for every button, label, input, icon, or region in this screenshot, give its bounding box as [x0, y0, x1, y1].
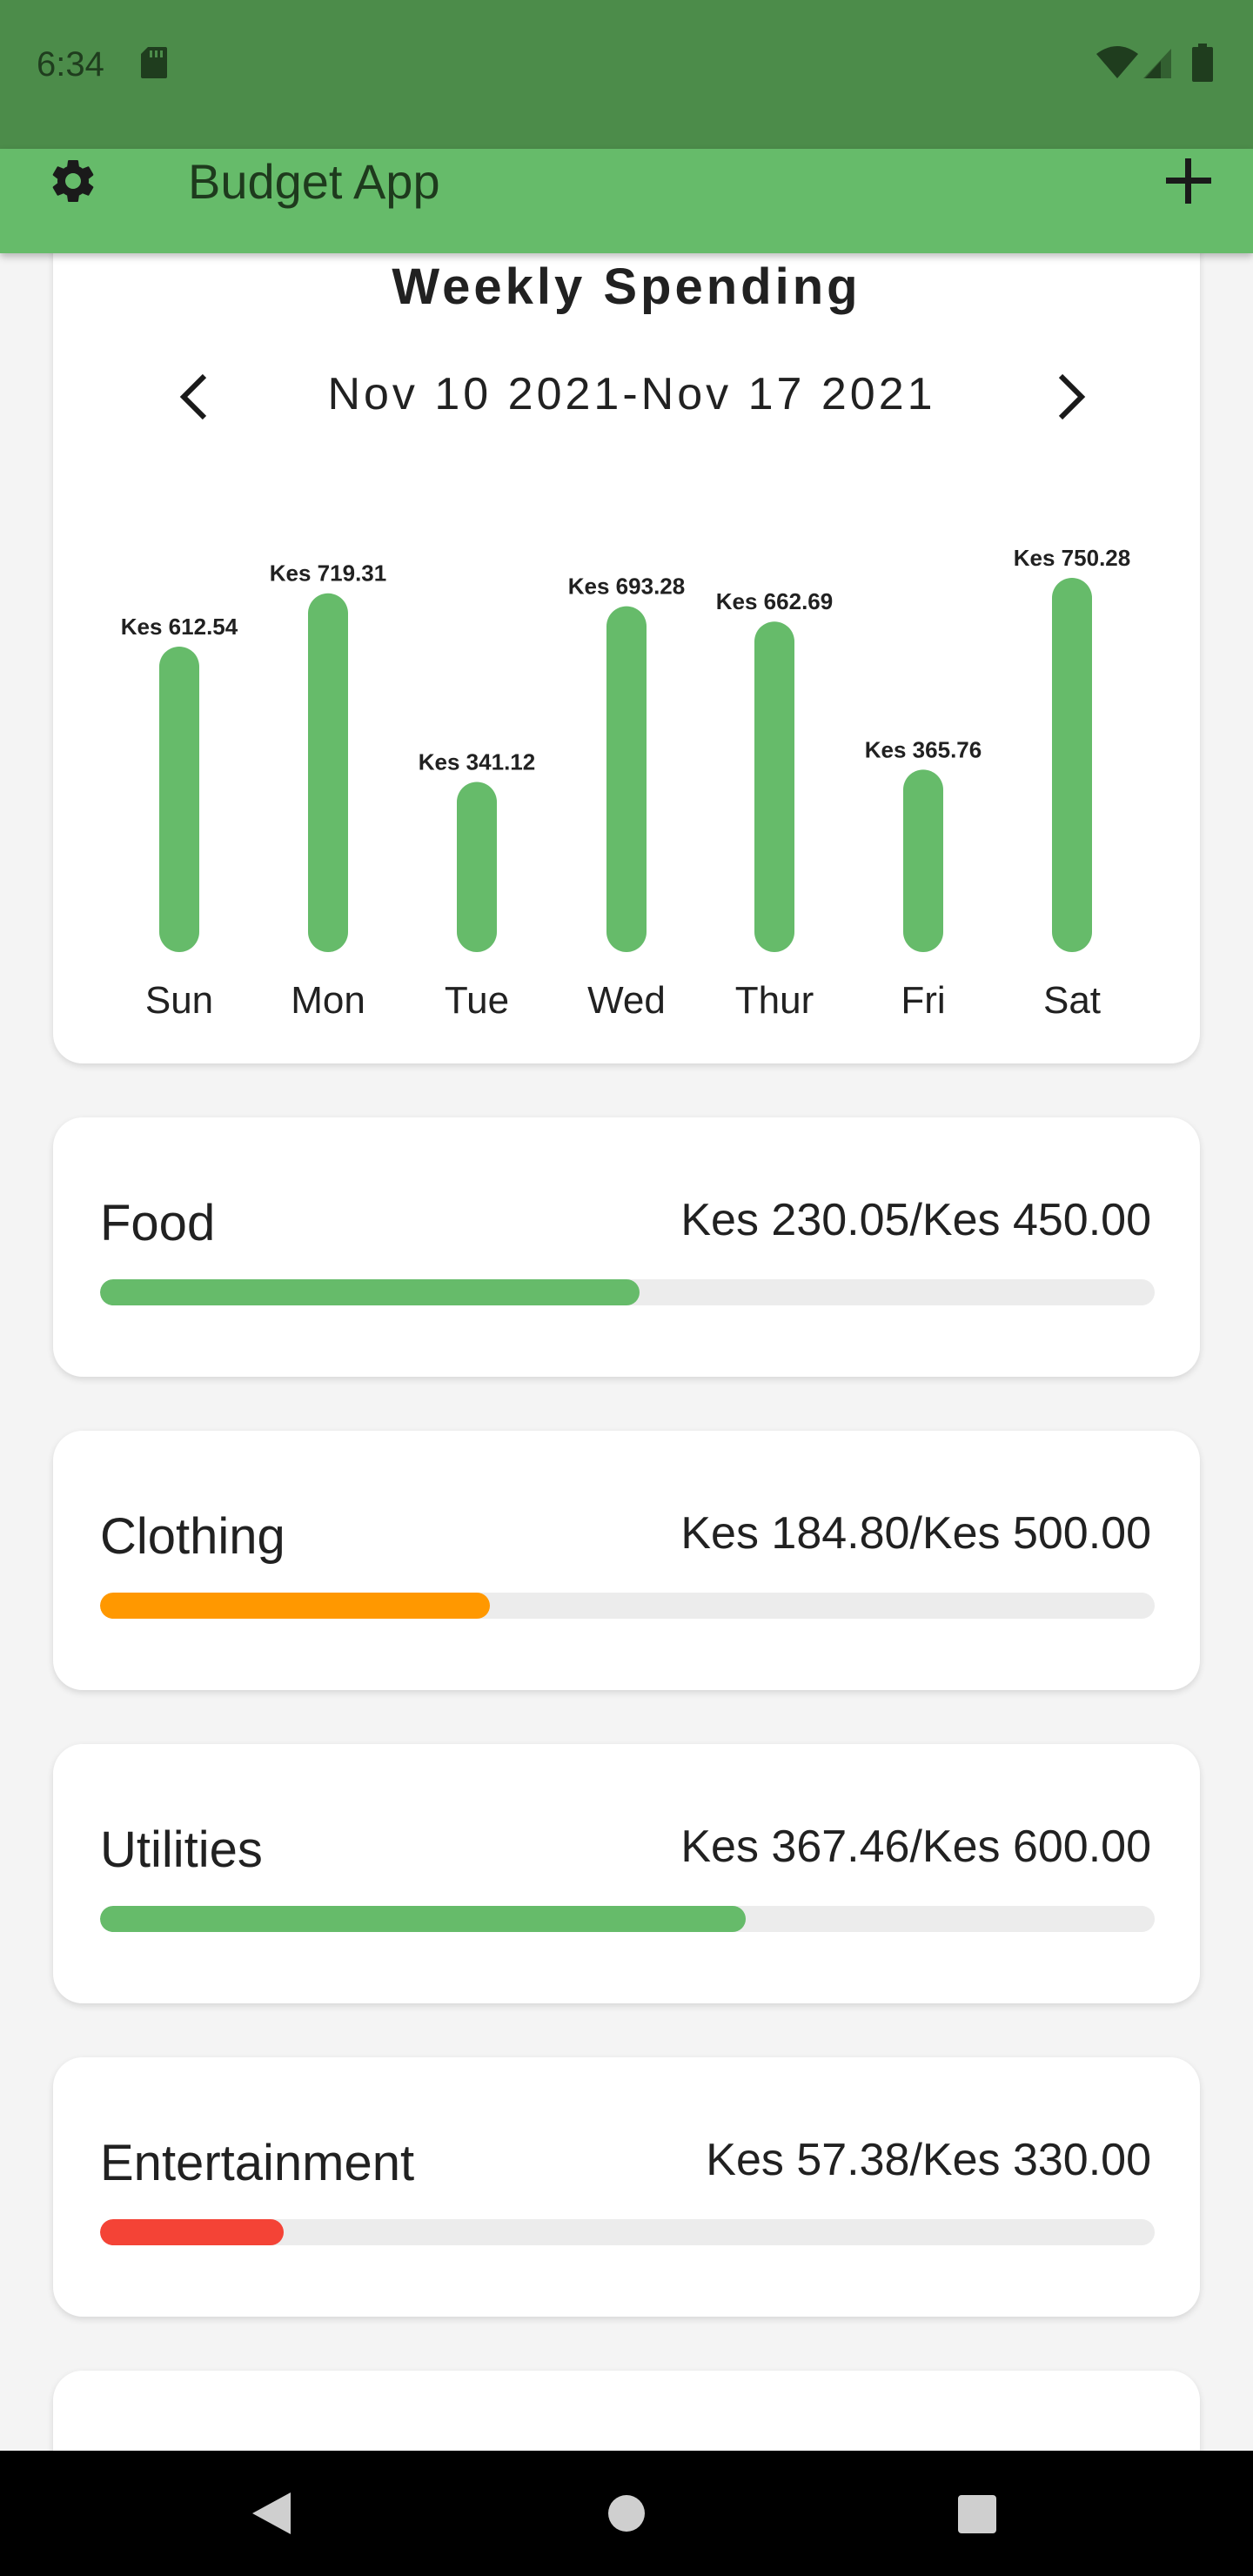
bar-fri	[903, 769, 943, 952]
bar-value-label: Kes 365.76	[865, 736, 982, 762]
settings-button[interactable]	[45, 153, 101, 209]
day-label: Fri	[901, 979, 945, 1022]
budget-amount: Kes 367.46/Kes 600.00	[680, 1821, 1151, 1872]
bar-mon	[308, 593, 348, 952]
bar-value-label: Kes 750.28	[1014, 545, 1130, 571]
bar-value-label: Kes 341.12	[419, 748, 535, 775]
day-label: Sat	[1043, 979, 1101, 1022]
budget-amount: Kes 230.05/Kes 450.00	[680, 1195, 1151, 1245]
plus-icon	[1166, 158, 1211, 204]
app-title: Budget App	[188, 154, 440, 209]
budget-amount: Kes 184.80/Kes 500.00	[680, 1508, 1151, 1559]
budget-progress-bar	[100, 1279, 1155, 1305]
signal-icon	[1143, 49, 1171, 78]
budget-name: Food	[100, 1195, 216, 1251]
budget-progress-fill	[100, 1279, 640, 1305]
day-label: Mon	[291, 979, 365, 1022]
bar-value-label: Kes 719.31	[270, 560, 386, 587]
status-bar	[0, 0, 1253, 149]
budget-progress-bar	[100, 2219, 1155, 2245]
back-icon[interactable]	[245, 2487, 298, 2539]
budget-card-food[interactable]: Food Kes 230.05/Kes 450.00	[53, 1117, 1200, 1377]
bar-sun	[159, 646, 199, 952]
budget-progress-fill	[100, 1906, 747, 1932]
budget-progress-bar	[100, 1593, 1155, 1619]
budget-card-clothing[interactable]: Clothing Kes 184.80/Kes 500.00	[53, 1431, 1200, 1690]
recents-icon[interactable]	[957, 2494, 997, 2534]
budget-name: Utilities	[100, 1821, 263, 1878]
weekly-spending-card: Weekly Spending Nov 10 2021-Nov 17 2021 …	[53, 218, 1200, 1063]
bar-value-label: Kes 612.54	[121, 614, 238, 640]
day-label: Thur	[735, 979, 814, 1022]
budget-progress-bar	[100, 1906, 1155, 1932]
bar-value-label: Kes 693.28	[568, 574, 685, 600]
day-label: Sun	[145, 979, 213, 1022]
budget-name: Clothing	[100, 1508, 285, 1565]
day-label: Tue	[445, 979, 509, 1022]
budget-name: Entertainment	[100, 2135, 415, 2191]
battery-icon	[1192, 44, 1213, 82]
bar-value-label: Kes 662.69	[716, 588, 833, 614]
bar-sat	[1052, 578, 1092, 952]
add-button[interactable]	[1161, 153, 1216, 209]
bar-tue	[457, 782, 497, 952]
budget-card-utilities[interactable]: Utilities Kes 367.46/Kes 600.00	[53, 1744, 1200, 2003]
budget-amount: Kes 57.38/Kes 330.00	[706, 2135, 1151, 2185]
weekly-bar-chart: Kes 612.54 Sun Kes 719.31 Mon Kes 341.12 Tue K…	[121, 545, 1130, 1022]
day-label: Wed	[587, 979, 666, 1022]
budget-progress-fill	[100, 1593, 490, 1619]
status-time: 6:34	[37, 45, 104, 84]
budget-card-entertainment[interactable]: Entertainment Kes 57.38/Kes 330.00	[53, 2057, 1200, 2317]
gear-icon	[52, 160, 94, 202]
sd-card-icon	[141, 47, 167, 78]
home-icon[interactable]	[607, 2494, 646, 2532]
wifi-icon	[1096, 46, 1138, 78]
bar-wed	[606, 606, 647, 952]
budget-progress-fill	[100, 2219, 284, 2245]
bar-thur	[754, 621, 794, 952]
